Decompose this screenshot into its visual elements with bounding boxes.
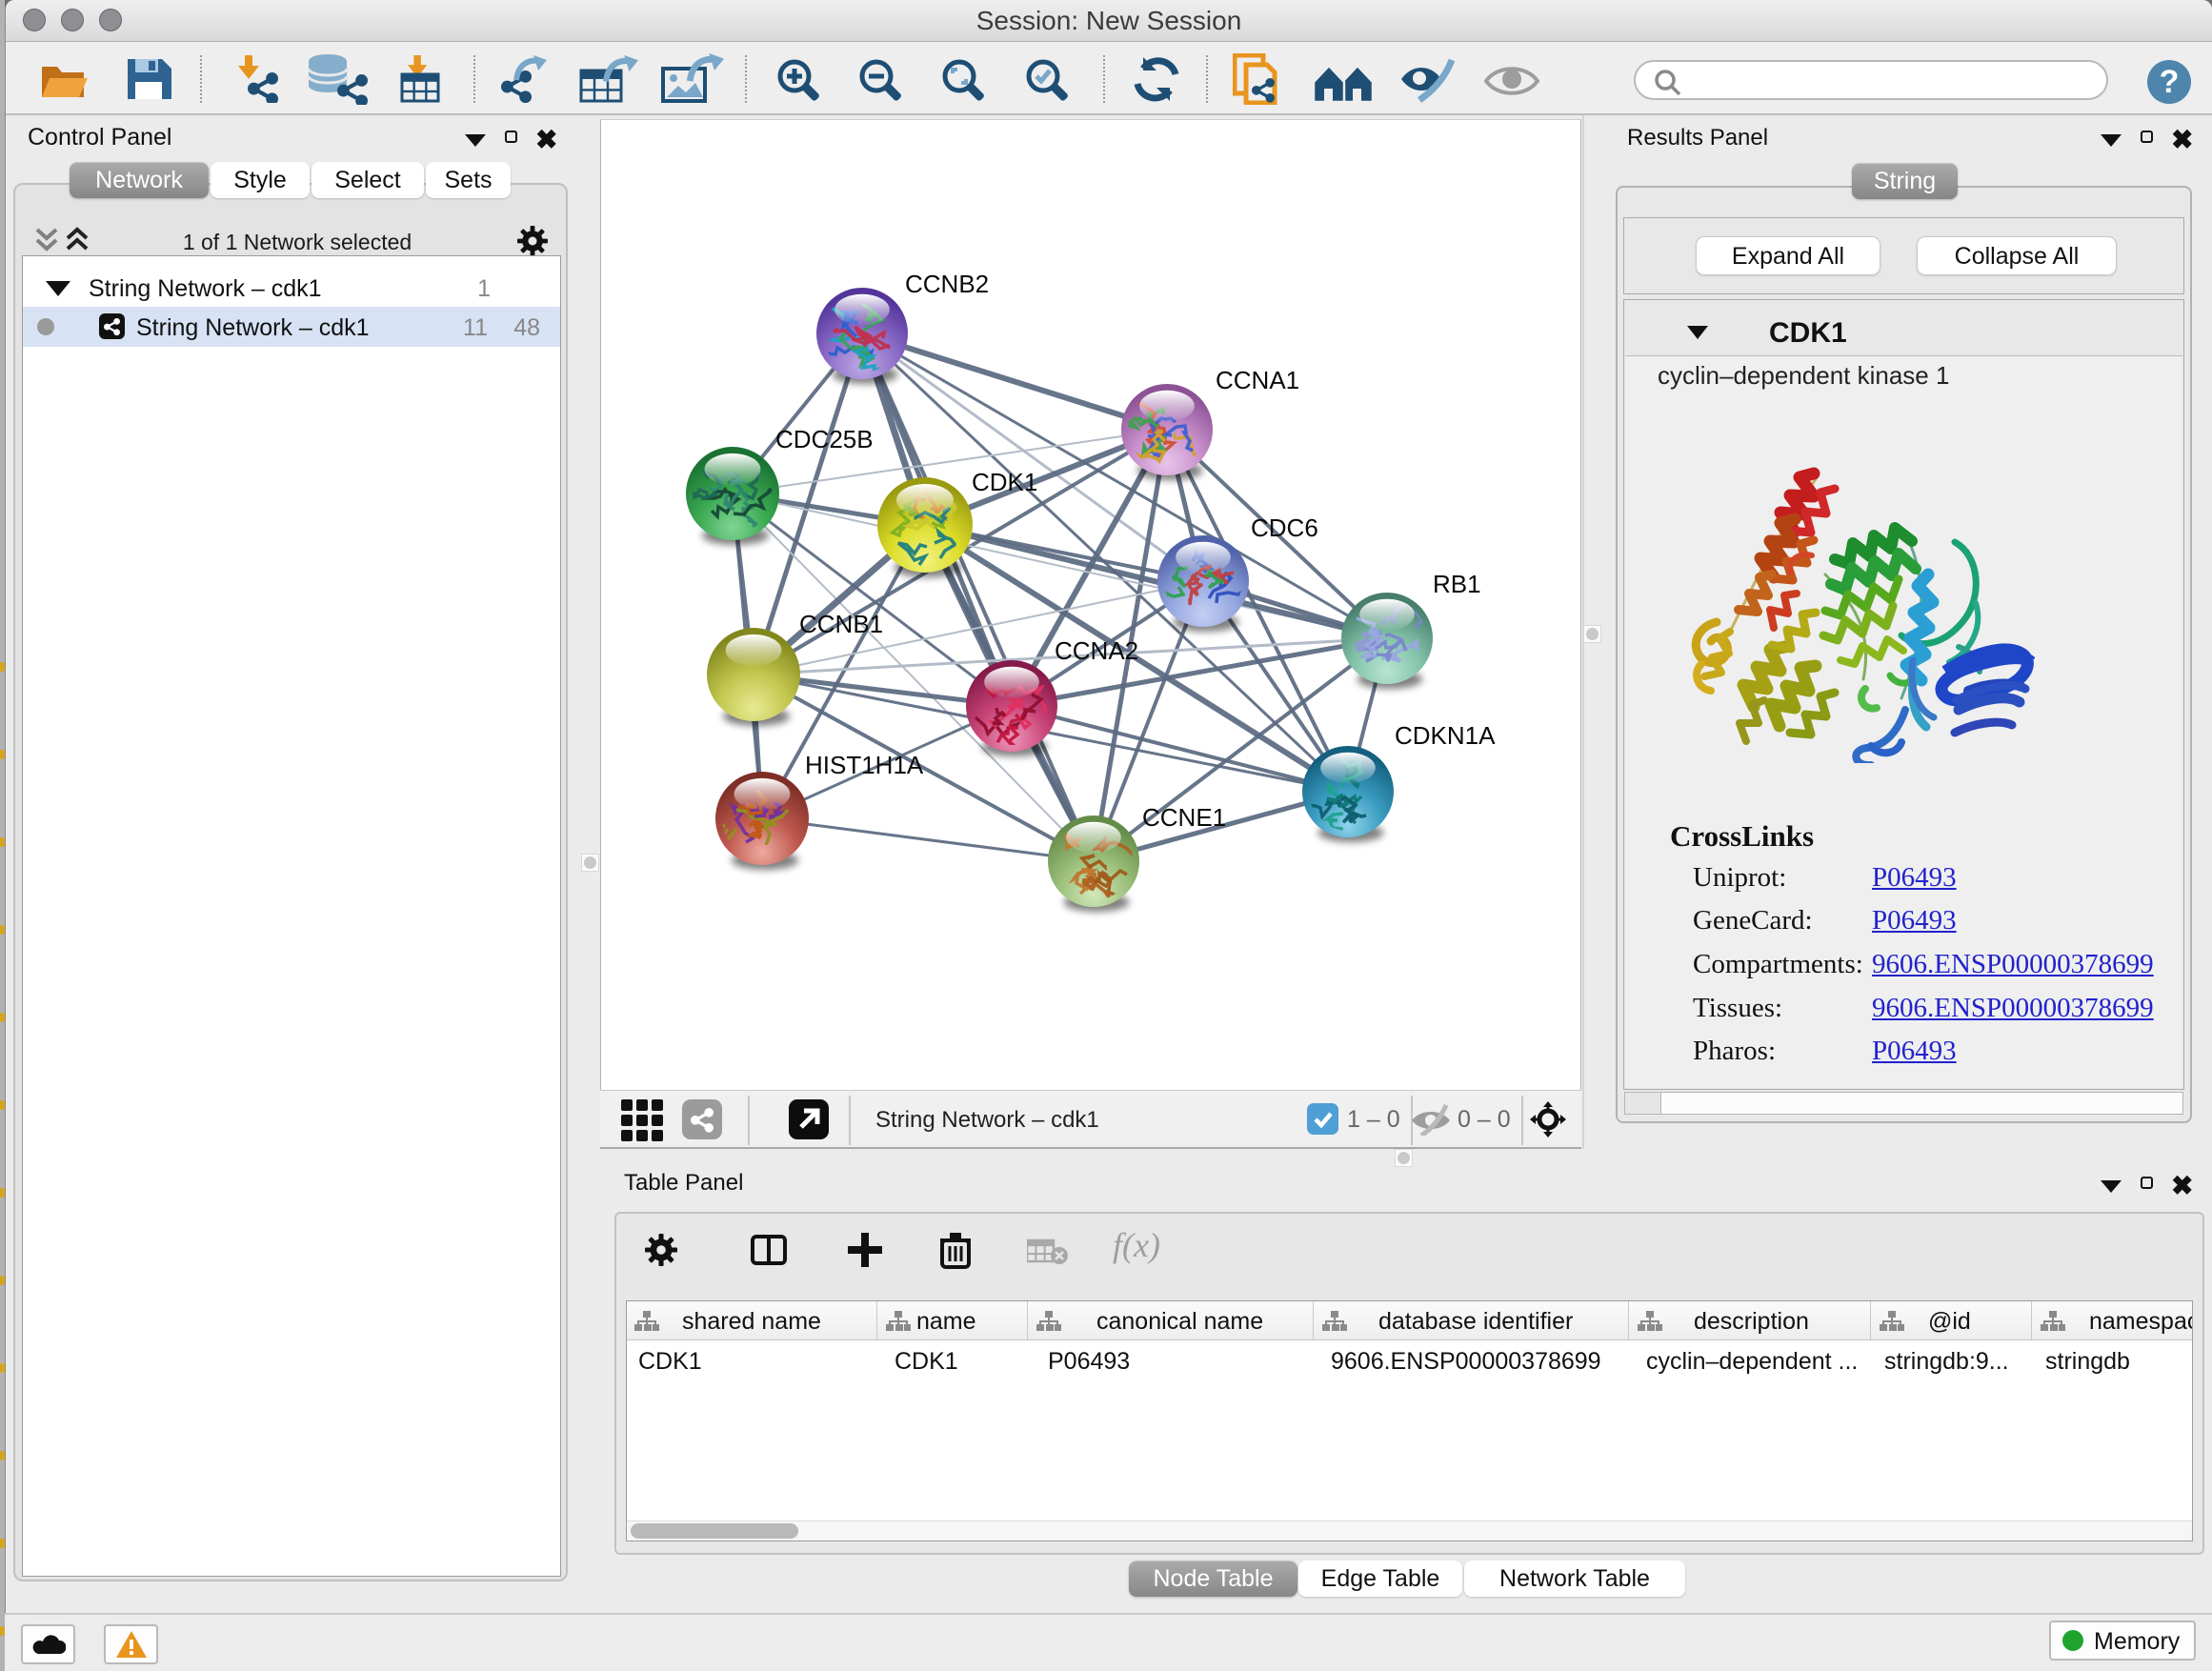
svg-text:CCNA2: CCNA2 (1055, 636, 1138, 665)
svg-text:CCNE1: CCNE1 (1142, 803, 1226, 832)
svg-text:CDK1: CDK1 (972, 468, 1037, 496)
svg-text:CDC25B: CDC25B (775, 425, 874, 453)
svg-text:HIST1H1A: HIST1H1A (805, 751, 924, 779)
svg-text:CCNA1: CCNA1 (1216, 366, 1299, 394)
svg-text:RB1: RB1 (1433, 570, 1481, 598)
svg-text:CDC6: CDC6 (1251, 513, 1318, 542)
svg-text:CCNB1: CCNB1 (799, 610, 883, 638)
svg-text:CCNB2: CCNB2 (905, 270, 989, 298)
svg-text:CDKN1A: CDKN1A (1395, 721, 1496, 750)
